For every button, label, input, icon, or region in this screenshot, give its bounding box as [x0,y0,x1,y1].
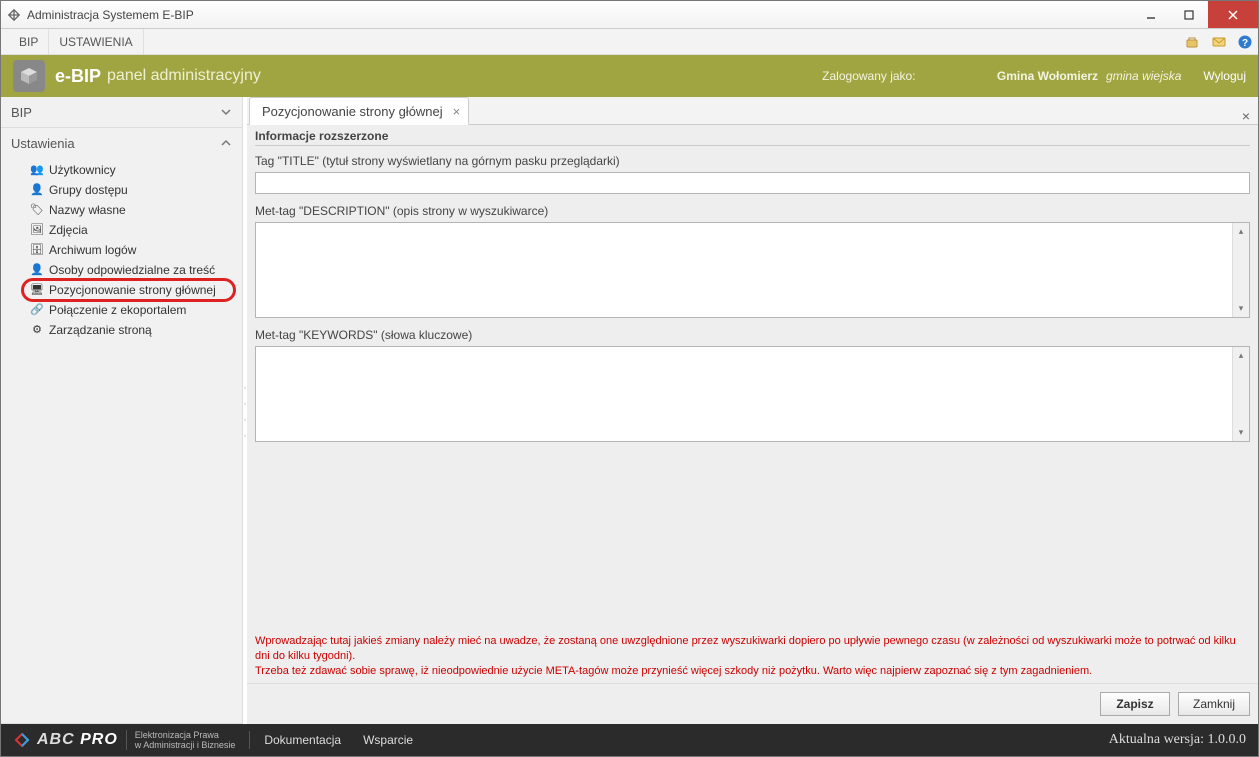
sidebar-section-settings[interactable]: Ustawienia [1,128,242,158]
keywords-label: Met-tag "KEYWORDS" (słowa kluczowe) [247,326,1258,344]
warning-text: Wprowadzając tutaj jakieś zmiany należy … [247,626,1258,683]
footer-logo-icon [13,731,31,749]
image-icon: 🖼 [29,222,45,238]
sidebar-item-groups[interactable]: 👤Grupy dostępu [1,180,242,200]
description-textarea[interactable] [256,223,1232,317]
sidebar-item-ekoportal[interactable]: 🔗Połączenie z ekoportalem [1,300,242,320]
logout-link[interactable]: Wyloguj [1203,69,1246,83]
version-label: Aktualna wersja: 1.0.0.0 [1109,732,1246,748]
brand-subtitle: panel administracyjny [107,67,261,85]
sidebar-item-label: Połączenie z ekoportalem [49,302,186,318]
brand-name: e-BIP [55,66,101,87]
footer-tagline: Elektronizacja Prawa w Administracji i B… [126,730,236,750]
sidebar-item-users[interactable]: 👥Użytkownicy [1,160,242,180]
page-icon: 🖥 [29,282,45,298]
maximize-button[interactable] [1170,1,1208,28]
group-title: Informacje rozszerzone [247,125,1258,145]
close-button[interactable]: Zamknij [1178,692,1250,716]
tabstrip-close-icon[interactable]: × [1234,108,1258,124]
users-icon: 👥 [29,162,45,178]
chevron-up-icon [220,137,232,149]
footer-brand: ABC PRO [37,731,118,749]
footer-support-link[interactable]: Wsparcie [363,733,413,747]
minimize-button[interactable] [1132,1,1170,28]
tab-close-icon[interactable]: × [453,104,461,119]
sidebar-item-seo[interactable]: 🖥Pozycjonowanie strony głównej [1,280,242,300]
scrollbar[interactable]: ▴▾ [1232,223,1249,317]
logged-as-value [920,69,989,83]
footer: ABC PRO Elektronizacja Prawa w Administr… [1,724,1258,756]
sidebar-item-label: Zdjęcia [49,222,88,238]
sidebar-item-label: Osoby odpowiedzialne za treść [49,262,215,278]
titlebar: Administracja Systemem E-BIP [1,1,1258,29]
entity-subtitle: gmina wiejska [1106,69,1181,83]
app-icon [7,8,21,22]
svg-text:?: ? [1242,38,1248,49]
menu-settings[interactable]: USTAWIENIA [49,29,143,54]
toolbar-icon-mail[interactable] [1206,29,1232,54]
menu-bip[interactable]: BIP [9,29,49,54]
tag-icon: 🏷 [29,202,45,218]
tab-label: Pozycjonowanie strony głównej [262,104,443,119]
brand-logo-icon [13,60,45,92]
sidebar-item-label: Archiwum logów [49,242,136,258]
menubar: BIP USTAWIENIA ? [1,29,1258,55]
save-button[interactable]: Zapisz [1100,692,1170,716]
sidebar-item-manage-page[interactable]: ⚙Zarządzanie stroną [1,320,242,340]
keywords-textarea[interactable] [256,347,1232,441]
footer-doc-link[interactable]: Dokumentacja [264,733,341,747]
help-icon[interactable]: ? [1232,29,1258,54]
close-window-button[interactable] [1208,1,1258,28]
chevron-down-icon [220,106,232,118]
sidebar-item-photos[interactable]: 🖼Zdjęcia [1,220,242,240]
sidebar-section-bip[interactable]: BIP [1,97,242,127]
link-icon: 🔗 [29,302,45,318]
sidebar-section-bip-label: BIP [11,105,32,120]
person-icon: 👤 [29,262,45,278]
sidebar-item-label: Nazwy własne [49,202,126,218]
description-label: Met-tag "DESCRIPTION" (opis strony w wys… [247,202,1258,220]
tab-seo[interactable]: Pozycjonowanie strony głównej × [249,97,469,125]
window-title: Administracja Systemem E-BIP [27,8,194,22]
warning-line: Trzeba też zdawać sobie sprawę, iż nieod… [255,664,1250,679]
entity-name: Gmina Wołomierz [997,69,1098,83]
group-icon: 👤 [29,182,45,198]
sidebar-section-settings-label: Ustawienia [11,136,75,151]
sidebar-item-custom-names[interactable]: 🏷Nazwy własne [1,200,242,220]
form-area: Informacje rozszerzone Tag "TITLE" (tytu… [247,125,1258,724]
sidebar-item-label: Użytkownicy [49,162,116,178]
sidebar: BIP Ustawienia 👥Użytkownicy 👤Grupy dostę… [1,97,243,724]
sidebar-item-label: Grupy dostępu [49,182,128,198]
tabstrip: Pozycjonowanie strony głównej × × [247,97,1258,125]
sidebar-item-label: Pozycjonowanie strony głównej [49,282,216,298]
scrollbar[interactable]: ▴▾ [1232,347,1249,441]
archive-icon: 🗄 [29,242,45,258]
sidebar-item-responsible[interactable]: 👤Osoby odpowiedzialne za treść [1,260,242,280]
gear-icon: ⚙ [29,322,45,338]
logged-as-label: Zalogowany jako: [822,69,915,83]
warning-line: Wprowadzając tutaj jakieś zmiany należy … [255,634,1250,664]
toolbar-icon-1[interactable] [1180,29,1206,54]
sidebar-item-label: Zarządzanie stroną [49,322,152,338]
title-label: Tag "TITLE" (tytuł strony wyświetlany na… [247,152,1258,170]
header-bar: e-BIP panel administracyjny Zalogowany j… [1,55,1258,97]
sidebar-item-logs[interactable]: 🗄Archiwum logów [1,240,242,260]
title-input[interactable] [255,172,1250,194]
